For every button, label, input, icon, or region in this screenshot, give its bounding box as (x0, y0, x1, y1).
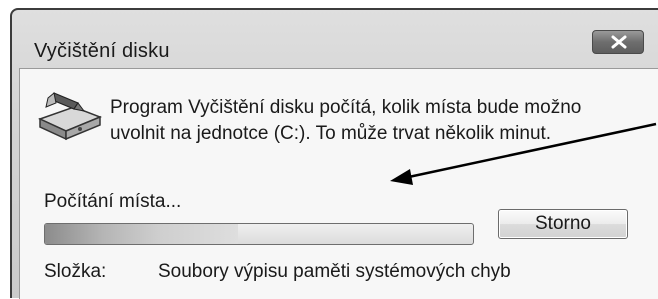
status-text: Počítání místa... (44, 191, 182, 212)
folder-value: Soubory výpisu paměti systémových chyb (158, 261, 511, 282)
disk-cleanup-dialog: Vyčištění disku Program Vyčištění disku … (10, 8, 658, 299)
close-icon (611, 35, 627, 49)
disk-cleanup-icon (38, 92, 103, 141)
close-button[interactable] (592, 30, 644, 54)
progress-fill (45, 224, 238, 244)
progress-bar (44, 223, 474, 245)
folder-label: Složka: (44, 261, 107, 282)
title-bar[interactable]: Vyčištění disku (12, 10, 658, 68)
window-title: Vyčištění disku (34, 40, 170, 62)
cancel-button[interactable]: Storno (498, 209, 628, 239)
dialog-content: Program Vyčištění disku počítá, kolik mí… (19, 68, 658, 299)
info-message: Program Vyčištění disku počítá, kolik mí… (110, 97, 582, 144)
